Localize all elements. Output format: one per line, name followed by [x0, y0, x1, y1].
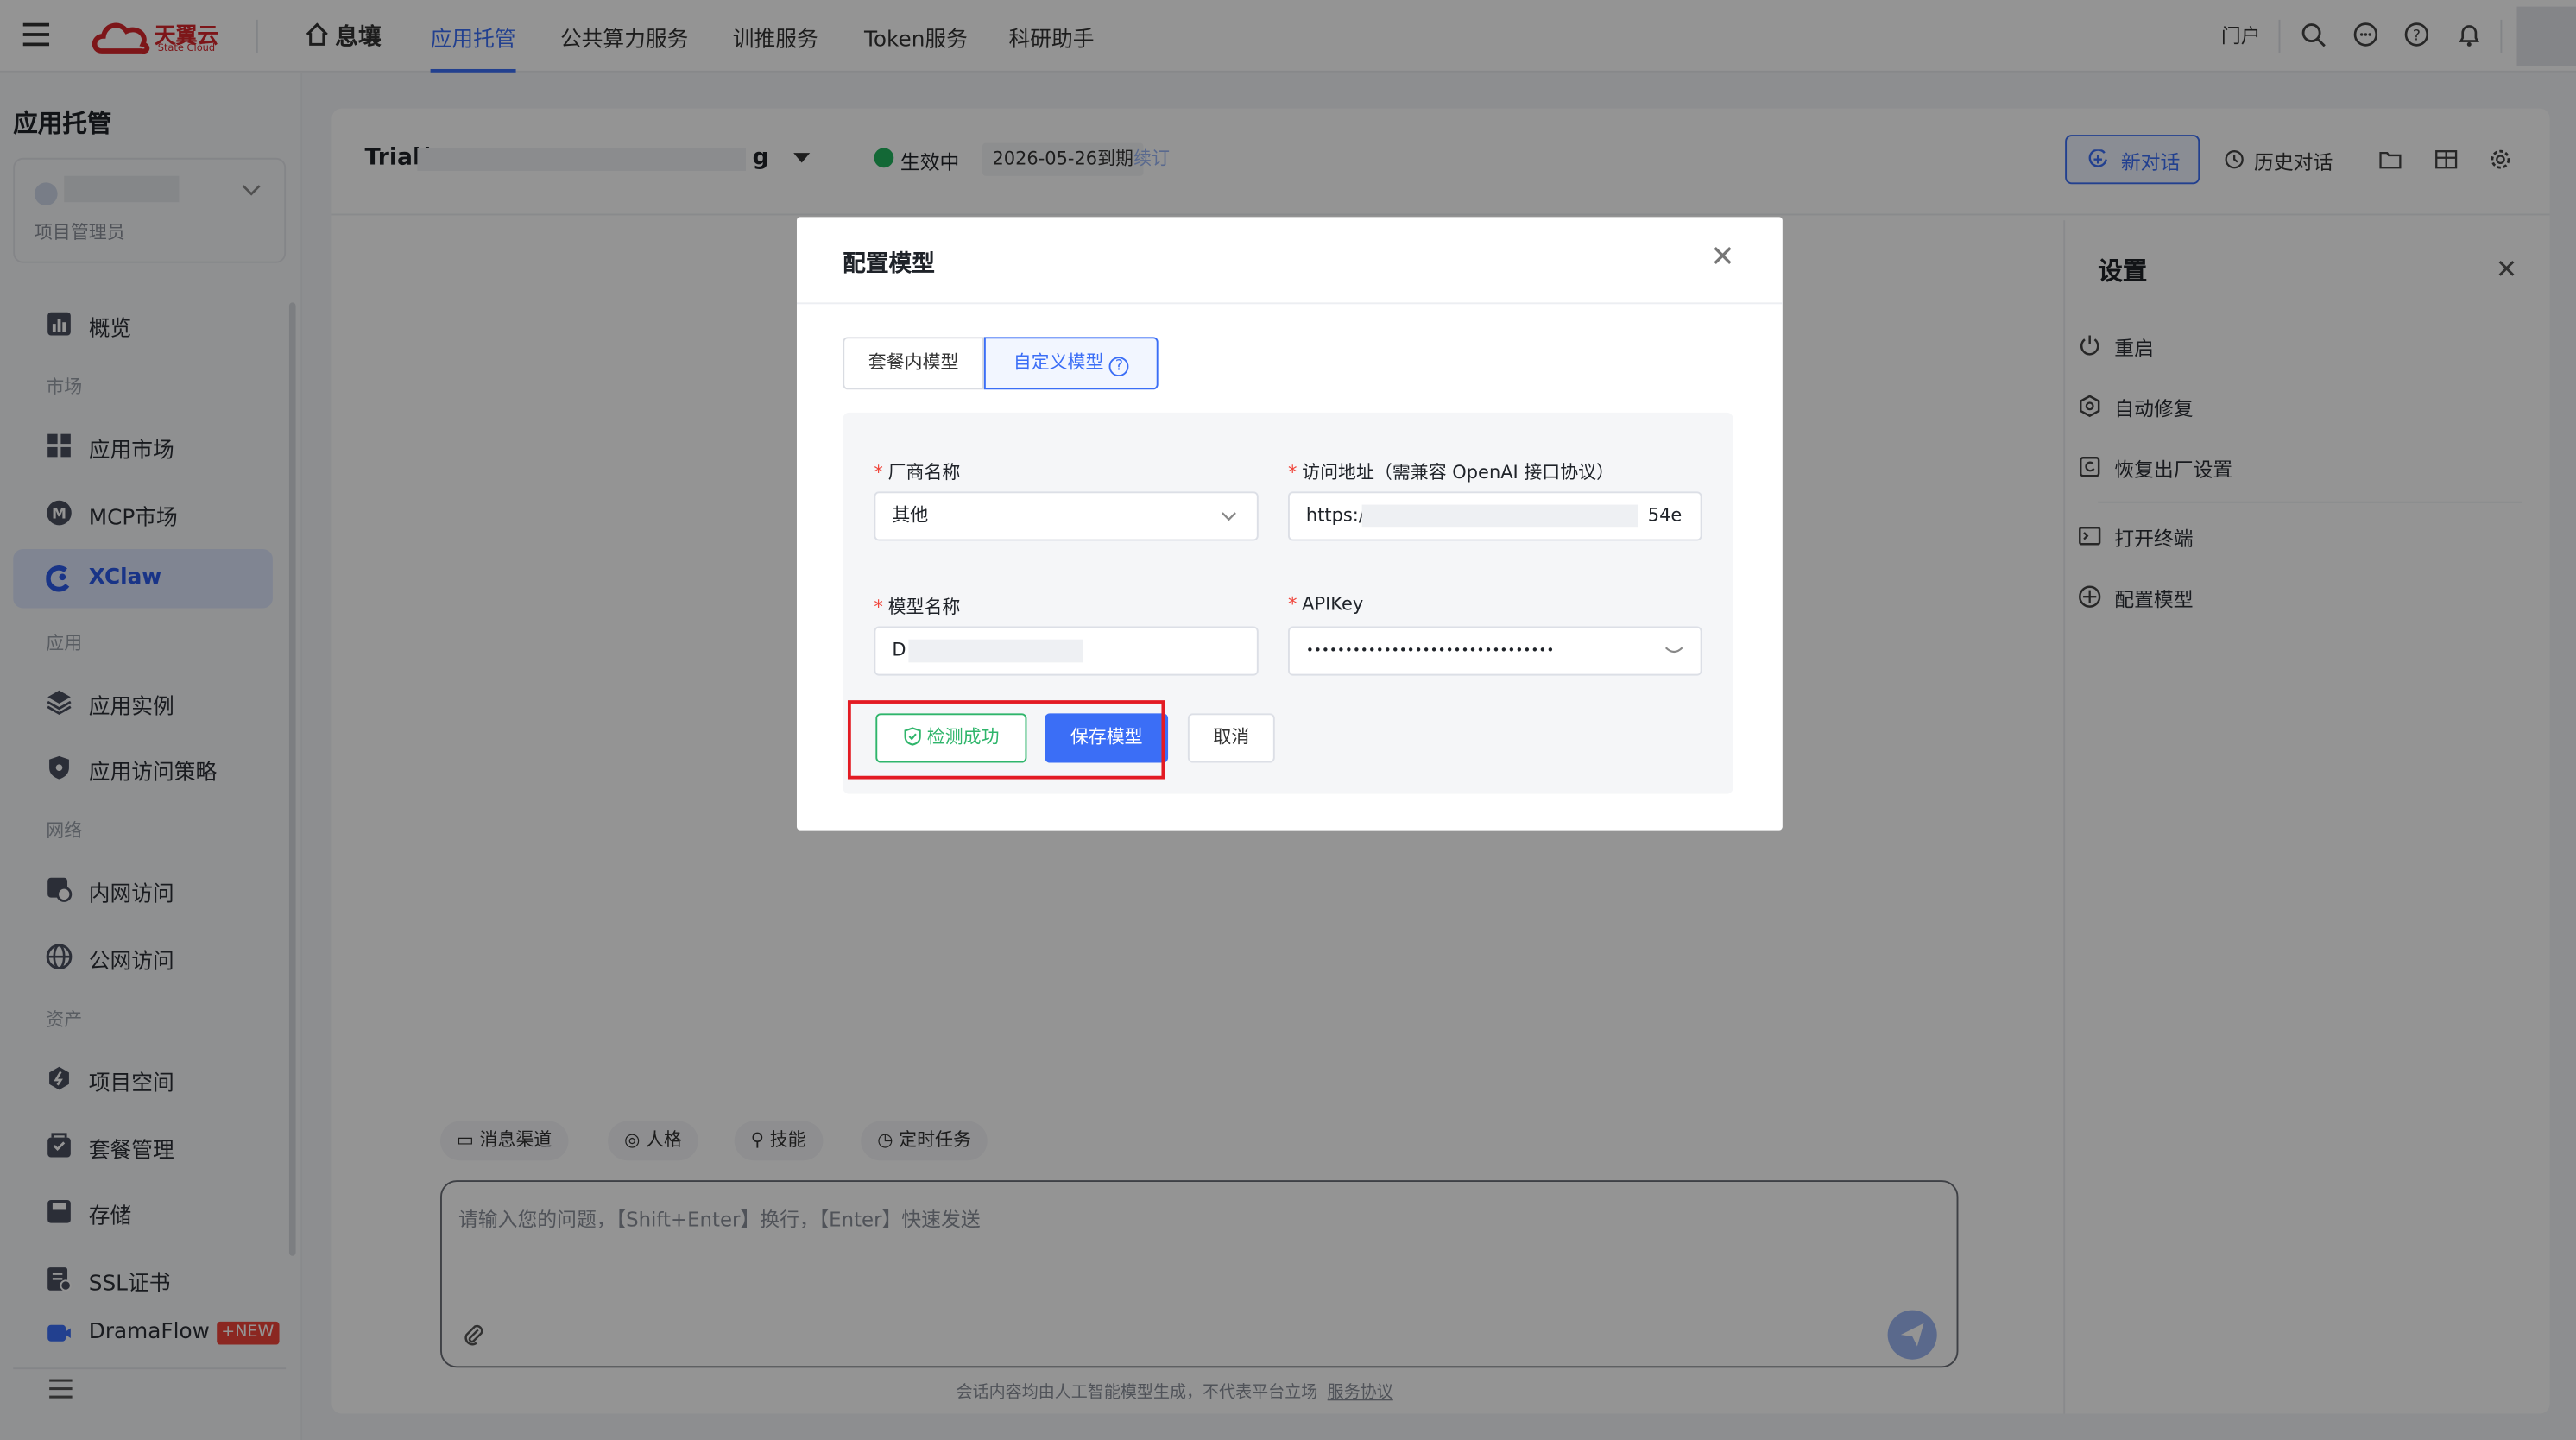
chevron-down-icon: [1222, 512, 1236, 521]
apikey-input[interactable]: ••••••••••••••••••••••••••••••••: [1287, 626, 1702, 676]
url-masked: [1361, 504, 1638, 528]
model-name-masked: [908, 639, 1083, 663]
model-name-prefix: D: [892, 639, 906, 661]
url-input[interactable]: https:/ 54e: [1287, 491, 1702, 541]
close-icon[interactable]: ✕: [1710, 240, 1735, 275]
apikey-value: ••••••••••••••••••••••••••••••••: [1305, 642, 1555, 658]
help-icon[interactable]: ?: [1109, 357, 1129, 377]
model-name-label: * 模型名称: [874, 597, 961, 618]
model-type-tabs: 套餐内模型 自定义模型 ?: [843, 337, 1159, 390]
highlight-annotation: [847, 700, 1165, 780]
tab-custom-model[interactable]: 自定义模型 ?: [983, 337, 1159, 390]
dialog-title: 配置模型: [843, 251, 935, 278]
model-name-label-text: 模型名称: [887, 597, 961, 618]
eye-closed-icon[interactable]: [1664, 644, 1684, 657]
app-root: 天翼云 State Cloud 息壤 应用托管 公共算力服务 训推服务 Toke…: [0, 0, 2576, 1440]
vendor-value: 其他: [892, 504, 929, 527]
divider: [796, 302, 1783, 305]
url-label-text: 访问地址（需兼容 OpenAI 接口协议）: [1302, 462, 1615, 483]
tab-builtin-model[interactable]: 套餐内模型: [843, 337, 984, 390]
apikey-label-text: APIKey: [1302, 593, 1364, 616]
vendor-label: * 厂商名称: [874, 462, 961, 483]
vendor-label-text: 厂商名称: [887, 462, 961, 483]
url-label: * 访问地址（需兼容 OpenAI 接口协议）: [1287, 462, 1615, 483]
apikey-label: * APIKey: [1287, 593, 1364, 616]
url-prefix: https:/: [1305, 504, 1365, 527]
cancel-button[interactable]: 取消: [1187, 713, 1275, 763]
tab-label: 自定义模型: [1013, 351, 1104, 374]
vendor-select[interactable]: 其他: [874, 491, 1259, 541]
url-suffix: 54e: [1647, 504, 1683, 527]
model-name-input[interactable]: D: [874, 626, 1259, 676]
